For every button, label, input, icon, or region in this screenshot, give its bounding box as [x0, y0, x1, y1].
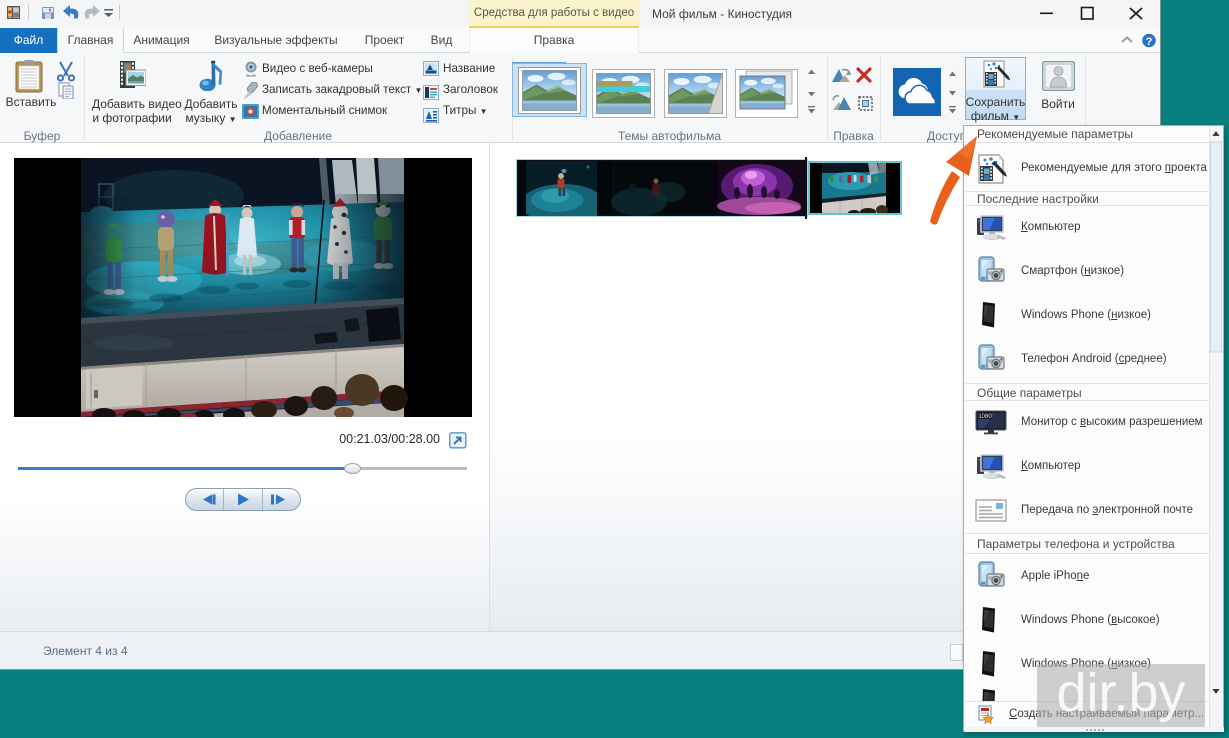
svg-text:?: ?: [1146, 36, 1153, 48]
